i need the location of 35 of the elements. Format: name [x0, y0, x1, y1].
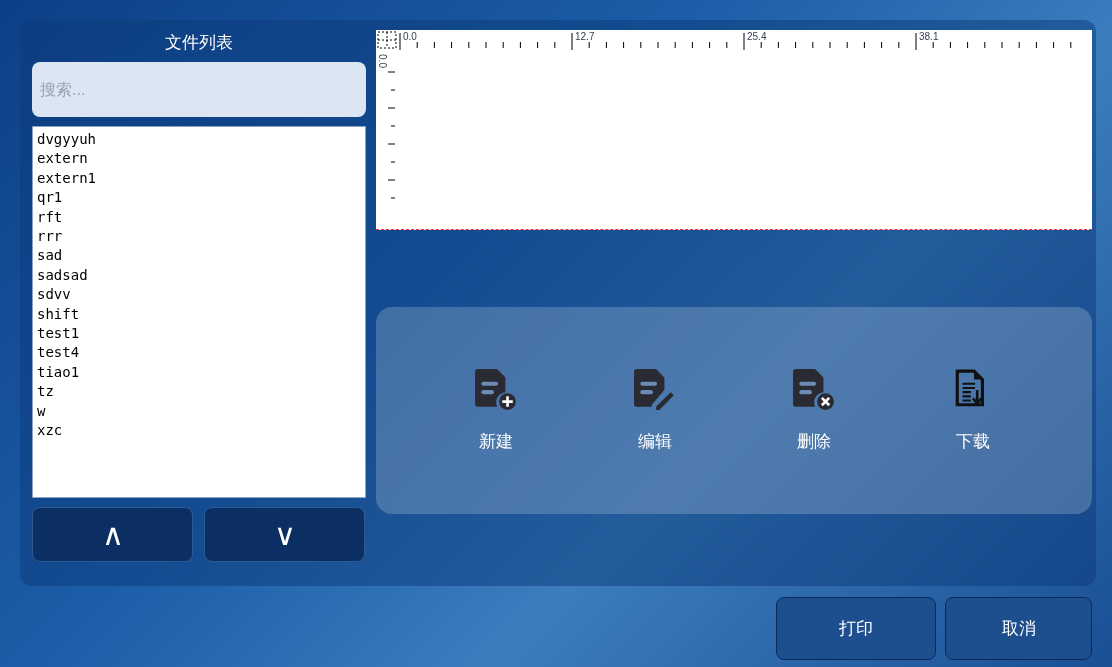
file-item[interactable]: w — [37, 401, 46, 422]
scroll-down-button[interactable]: ∨ — [204, 507, 365, 562]
ruler-label: 38.1 — [919, 32, 939, 42]
file-item[interactable]: tiao1 — [37, 362, 80, 383]
file-item[interactable]: sdvv — [37, 285, 71, 305]
file-item[interactable]: test1 — [37, 324, 80, 344]
print-button[interactable]: 打印 — [776, 597, 936, 660]
ruler-label: 12.7 — [575, 32, 595, 42]
search-field[interactable]: 搜索... — [32, 62, 366, 117]
file-item[interactable]: shift — [37, 304, 80, 325]
ruler-label: 0.0 — [376, 54, 387, 68]
cancel-button[interactable]: 取消 — [945, 597, 1092, 660]
file-item[interactable]: extern1 — [37, 168, 96, 189]
scroll-up-button[interactable]: ∧ — [32, 507, 193, 562]
file-plus-icon — [473, 366, 518, 411]
file-item[interactable]: sadsad — [37, 265, 88, 286]
ruler-corner-icon — [377, 31, 397, 49]
file-item[interactable]: dvgyyuh — [37, 130, 96, 150]
file-item[interactable]: tz — [37, 382, 54, 402]
ruler-label: 0.0 — [403, 32, 417, 42]
action-button[interactable]: 下载 — [927, 366, 1018, 455]
file-item[interactable]: qr1 — [37, 188, 63, 208]
file-item[interactable]: extern — [37, 149, 88, 169]
file-item[interactable]: sad — [37, 246, 63, 266]
file-item[interactable]: test4 — [37, 343, 80, 363]
file-x-icon — [791, 366, 836, 411]
file-item[interactable]: rrr — [37, 227, 63, 247]
ruler-label: 25.4 — [747, 32, 767, 42]
action-button[interactable]: 新建 — [450, 366, 541, 455]
panel-title: 文件列表 — [165, 32, 233, 54]
file-item[interactable]: rft — [37, 207, 63, 228]
action-button[interactable]: 删除 — [768, 366, 859, 455]
action-button[interactable]: 编辑 — [609, 366, 700, 455]
file-item[interactable]: xzc — [37, 421, 63, 441]
file-pencil-icon — [632, 366, 677, 411]
